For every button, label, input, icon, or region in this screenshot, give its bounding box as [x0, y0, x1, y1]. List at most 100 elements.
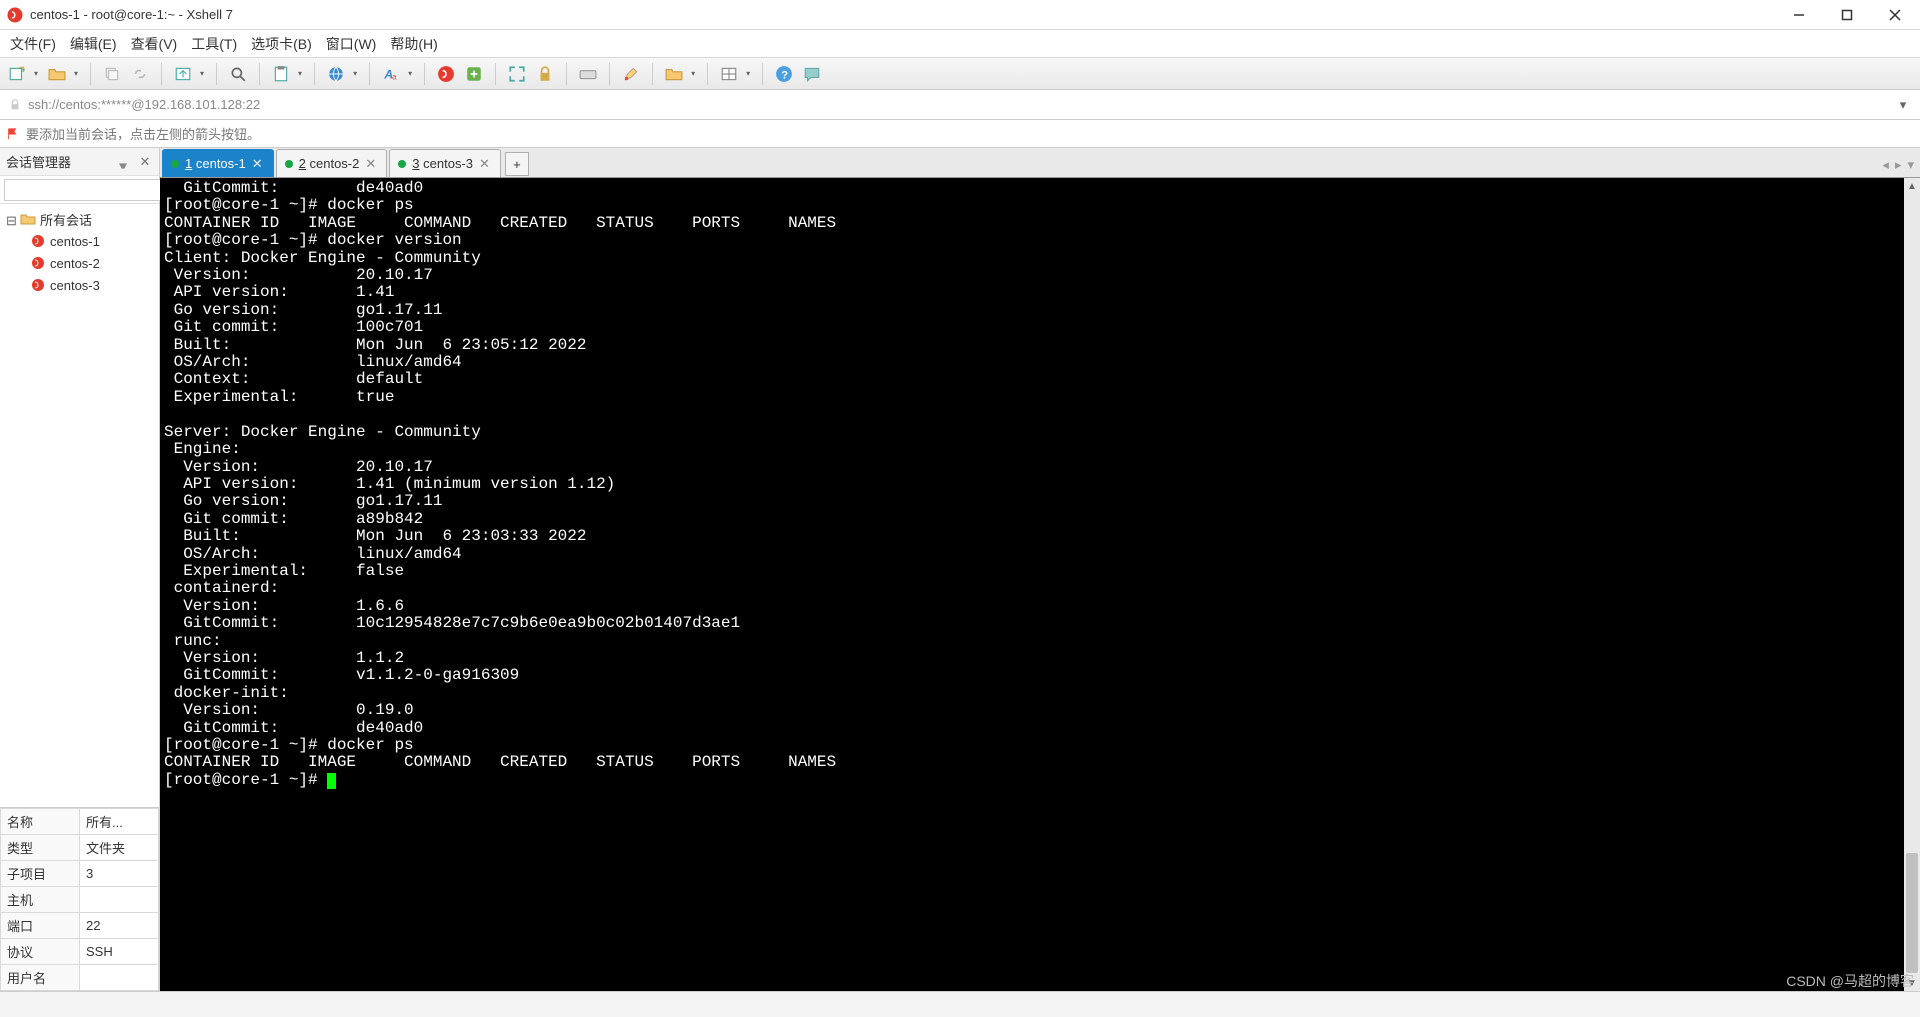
pin-icon[interactable] [115, 154, 131, 170]
terminal-wrap: GitCommit: de40ad0 [root@core-1 ~]# dock… [160, 178, 1920, 991]
address-dropdown-icon[interactable]: ▾ [1894, 97, 1912, 113]
tabs-area: 1 centos-1 ✕ 2 centos-2 ✕ 3 centos-3 ✕ +… [160, 148, 1920, 991]
prop-val: SSH [80, 939, 159, 965]
prop-val: 22 [80, 913, 159, 939]
dropdown-icon[interactable]: ▾ [34, 69, 38, 78]
tab-close-icon[interactable]: ✕ [365, 156, 376, 172]
tab-centos-1[interactable]: 1 centos-1 ✕ [162, 149, 274, 177]
properties-panel: 名称所有... 类型文件夹 子项目3 主机 端口22 协议SSH 用户名 [0, 807, 159, 991]
folder-icon [20, 211, 36, 227]
xshell-icon[interactable] [437, 65, 455, 83]
menu-tab[interactable]: 选项卡(B) [251, 34, 312, 54]
open-folder-icon[interactable] [48, 65, 66, 83]
tree-root[interactable]: ⊟ 所有会话 [2, 208, 157, 230]
tab-next-icon[interactable]: ▸ [1895, 157, 1902, 173]
close-button[interactable] [1882, 5, 1908, 25]
lock-small-icon [8, 98, 22, 112]
title-bar: centos-1 - root@core-1:~ - Xshell 7 [0, 0, 1920, 30]
scroll-up-icon[interactable]: ▲ [1904, 178, 1920, 194]
paste-icon[interactable] [272, 65, 290, 83]
separator [216, 63, 217, 85]
layout-icon[interactable] [720, 65, 738, 83]
prop-row: 协议SSH [1, 939, 159, 965]
link-icon[interactable] [131, 65, 149, 83]
tab-list-icon[interactable]: ▾ [1907, 157, 1914, 173]
fullscreen-icon[interactable] [508, 65, 526, 83]
menu-help[interactable]: 帮助(H) [390, 34, 437, 54]
svg-text:a: a [392, 72, 397, 81]
address-bar: ssh://centos:******@192.168.101.128:22 ▾ [0, 90, 1920, 120]
prop-row: 端口22 [1, 913, 159, 939]
prop-row: 名称所有... [1, 809, 159, 835]
xftp-icon[interactable] [465, 65, 483, 83]
tab-add-button[interactable]: + [505, 152, 529, 176]
prop-val [80, 965, 159, 991]
menu-tools[interactable]: 工具(T) [191, 34, 237, 54]
dropdown-icon[interactable]: ▾ [298, 69, 302, 78]
folder2-icon[interactable] [665, 65, 683, 83]
font-icon[interactable]: Aa [382, 65, 400, 83]
chat-icon[interactable] [803, 65, 821, 83]
new-session-icon[interactable]: + [8, 65, 26, 83]
collapse-icon[interactable]: ⊟ [6, 213, 18, 225]
tab-close-icon[interactable]: ✕ [479, 156, 490, 172]
prop-val: 文件夹 [80, 835, 159, 861]
help-icon[interactable]: ? [775, 65, 793, 83]
lock-icon[interactable] [536, 65, 554, 83]
search-icon[interactable] [229, 65, 247, 83]
menu-view[interactable]: 查看(V) [131, 34, 178, 54]
tab-centos-3[interactable]: 3 centos-3 ✕ [389, 149, 501, 177]
tab-close-icon[interactable]: ✕ [252, 156, 263, 172]
terminal-scrollbar[interactable]: ▲ ▼ [1904, 178, 1920, 991]
tree-item-centos-2[interactable]: centos-2 [2, 252, 157, 274]
copy-icon[interactable] [103, 65, 121, 83]
dropdown-icon[interactable]: ▾ [74, 69, 78, 78]
separator [707, 63, 708, 85]
tree-root-label: 所有会话 [40, 210, 92, 229]
sidebar-close-icon[interactable]: ✕ [137, 154, 153, 170]
dropdown-icon[interactable]: ▾ [691, 69, 695, 78]
tab-centos-2[interactable]: 2 centos-2 ✕ [276, 149, 388, 177]
terminal[interactable]: GitCommit: de40ad0 [root@core-1 ~]# dock… [160, 178, 1904, 991]
scroll-thumb[interactable] [1906, 853, 1918, 973]
prop-key: 子项目 [1, 861, 80, 887]
dropdown-icon[interactable]: ▾ [200, 69, 204, 78]
separator [495, 63, 496, 85]
separator [652, 63, 653, 85]
hint-bar: 要添加当前会话，点击左侧的箭头按钮。 [0, 120, 1920, 148]
minimize-button[interactable] [1786, 5, 1812, 25]
tree-item-label: centos-2 [50, 256, 100, 271]
tab-prev-icon[interactable]: ◂ [1882, 157, 1889, 173]
prop-key: 用户名 [1, 965, 80, 991]
scroll-track[interactable] [1904, 194, 1920, 975]
dropdown-icon[interactable]: ▾ [408, 69, 412, 78]
dropdown-icon[interactable]: ▾ [353, 69, 357, 78]
menu-file[interactable]: 文件(F) [10, 34, 56, 54]
address-input[interactable]: ssh://centos:******@192.168.101.128:22 [28, 97, 1894, 112]
tree-item-label: centos-1 [50, 234, 100, 249]
globe-icon[interactable] [327, 65, 345, 83]
prop-row: 用户名 [1, 965, 159, 991]
sidebar-search-input[interactable] [4, 179, 169, 201]
tree-item-centos-3[interactable]: centos-3 [2, 274, 157, 296]
tab-label: 2 centos-2 [299, 156, 360, 171]
keyboard-icon[interactable] [579, 65, 597, 83]
menu-window[interactable]: 窗口(W) [326, 34, 377, 54]
svg-text:+: + [20, 65, 25, 75]
prop-val [80, 887, 159, 913]
highlighter-icon[interactable] [622, 65, 640, 83]
dropdown-icon[interactable]: ▾ [746, 69, 750, 78]
tab-label: 3 centos-3 [412, 156, 473, 171]
tab-nav: ◂ ▸ ▾ [1882, 157, 1914, 173]
maximize-button[interactable] [1834, 5, 1860, 25]
scroll-down-icon[interactable]: ▼ [1904, 975, 1920, 991]
transfer-icon[interactable] [174, 65, 192, 83]
separator [314, 63, 315, 85]
prop-key: 协议 [1, 939, 80, 965]
status-dot-icon [285, 160, 293, 168]
menu-bar: 文件(F) 编辑(E) 查看(V) 工具(T) 选项卡(B) 窗口(W) 帮助(… [0, 30, 1920, 58]
separator [424, 63, 425, 85]
tree-item-centos-1[interactable]: centos-1 [2, 230, 157, 252]
menu-edit[interactable]: 编辑(E) [70, 34, 117, 54]
svg-text:?: ? [781, 69, 788, 81]
